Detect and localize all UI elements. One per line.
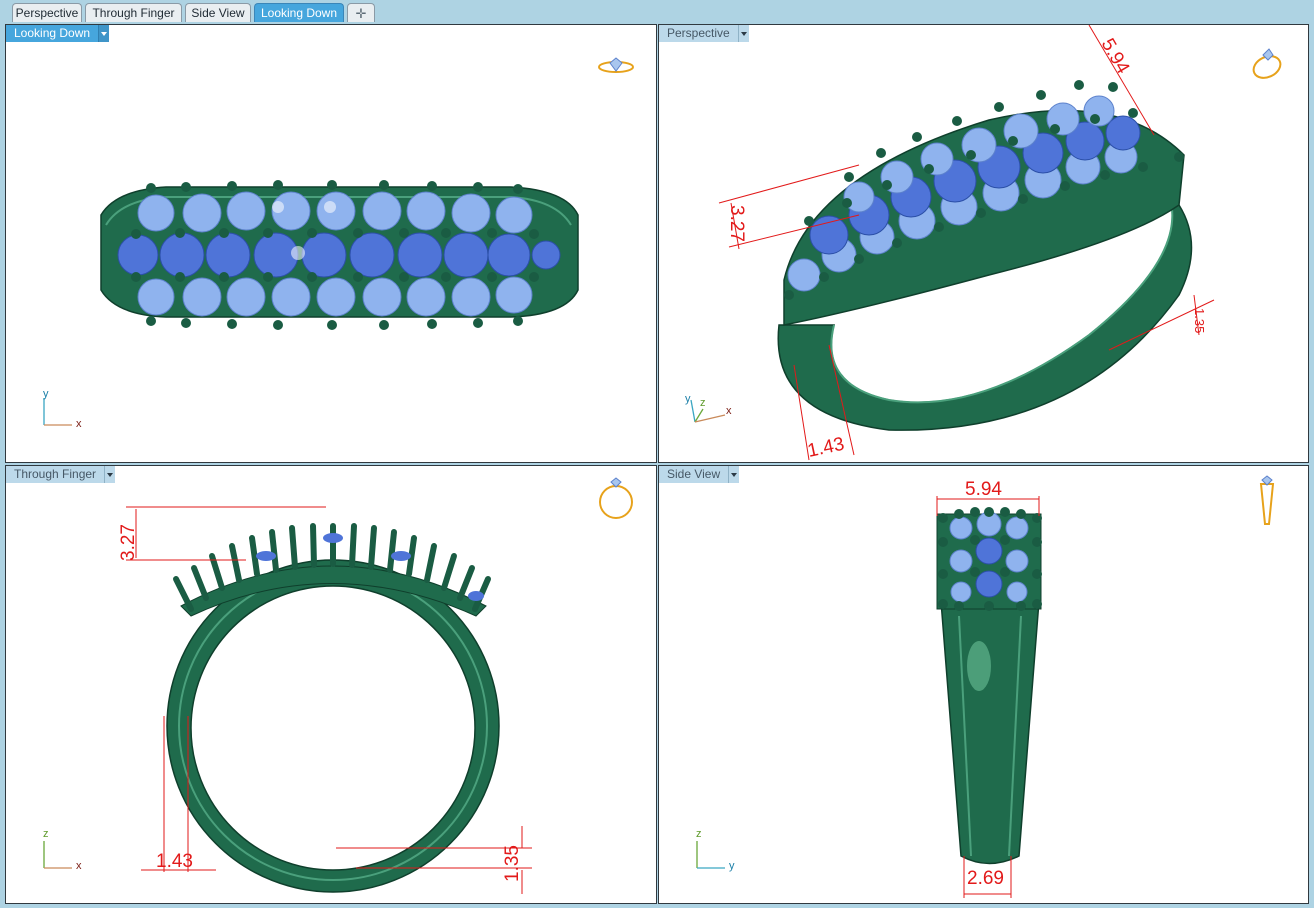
dim-bottom-label: 2.69 (967, 868, 1004, 889)
tab-through-finger[interactable]: Through Finger (85, 3, 182, 22)
viewport-tab-bar: Perspective Through Finger Side View Loo… (0, 0, 1314, 23)
ring-top-view (43, 57, 634, 426)
ring-front-view: 3.27 1.43 1.35 (43, 477, 633, 894)
chevron-down-icon[interactable] (737, 25, 749, 42)
ring-profile-icon (1259, 475, 1275, 525)
viewport-label-looking-down[interactable]: Looking Down (6, 25, 110, 42)
ring-perspective-icon (1252, 48, 1282, 79)
axis-label-x: x (76, 860, 82, 872)
axis-indicator (696, 841, 725, 869)
axis-label-y: y (43, 388, 49, 400)
axis-label-z: z (43, 828, 49, 840)
ring-side-icon (599, 477, 633, 519)
axis-label-x: x (76, 418, 82, 430)
tab-perspective[interactable]: Perspective (12, 3, 82, 22)
viewport-title[interactable]: Perspective (659, 25, 738, 42)
dim-height-label: 3.27 (726, 205, 747, 242)
dim-band-label: 1.35 (502, 845, 523, 882)
axis-label-y: y (729, 860, 735, 872)
viewport-label-through-finger[interactable]: Through Finger (6, 466, 116, 483)
chevron-down-icon[interactable] (728, 466, 740, 483)
viewport-label-perspective[interactable]: Perspective (659, 25, 749, 42)
axis-label-x: x (726, 405, 732, 417)
viewport-perspective[interactable]: 5.94 3.27 1.35 1.43 Perspective y z x (658, 24, 1309, 463)
dim-thickness-label: 1.43 (806, 434, 847, 462)
ring-perspective-view: 5.94 3.27 1.35 1.43 (690, 25, 1282, 462)
add-tab-button[interactable]: ✛ (347, 3, 375, 22)
viewport-side-view[interactable]: 5.94 2.69 Side View z y (658, 465, 1309, 904)
tab-looking-down[interactable]: Looking Down (254, 3, 344, 22)
dim-band-label: 1.35 (1192, 308, 1207, 333)
axis-indicator (43, 398, 72, 426)
chevron-down-icon[interactable] (104, 466, 116, 483)
dim-width-label: 5.94 (965, 479, 1002, 500)
tab-side-view[interactable]: Side View (185, 3, 251, 22)
dim-height-label: 3.27 (118, 524, 139, 561)
dim-thickness-label: 1.43 (156, 851, 193, 872)
axis-indicator (43, 841, 72, 869)
axis-label-z: z (696, 828, 702, 840)
viewport-title[interactable]: Side View (659, 466, 729, 483)
viewport-title[interactable]: Through Finger (6, 466, 105, 483)
viewport-through-finger[interactable]: 3.27 1.43 1.35 Through Finger z x (5, 465, 657, 904)
ring-side-profile: 5.94 2.69 (696, 475, 1275, 898)
viewport-area: Looking Down y x 5.94 3.27 1.35 1.43 Per… (0, 23, 1314, 908)
viewport-label-side-view[interactable]: Side View (659, 466, 740, 483)
ring-front-icon (598, 57, 634, 73)
axis-label-y: y (685, 393, 691, 405)
axis-label-z: z (700, 397, 706, 409)
dim-width-label: 5.94 (1097, 35, 1134, 78)
viewport-looking-down[interactable]: Looking Down y x (5, 24, 657, 463)
chevron-down-icon[interactable] (98, 25, 110, 42)
viewport-title[interactable]: Looking Down (6, 25, 99, 42)
axis-indicator (690, 399, 726, 423)
